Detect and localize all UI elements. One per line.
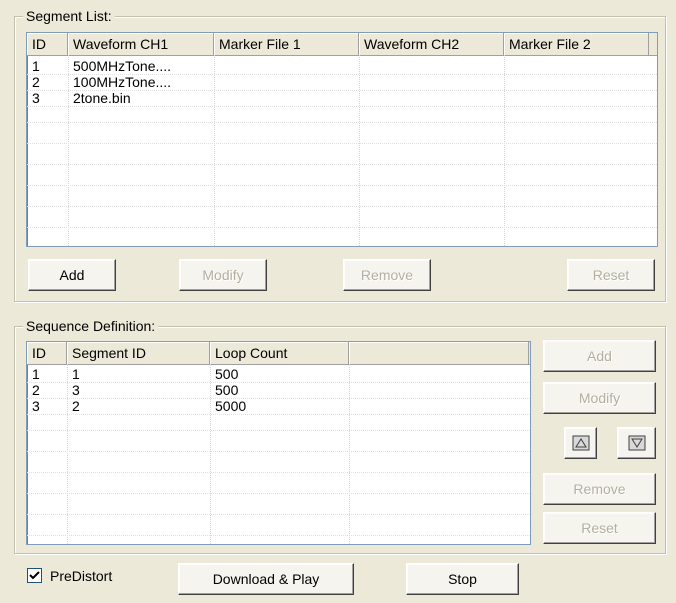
predistort-checkbox[interactable] — [27, 568, 42, 583]
cell-loop-count: 5000 — [215, 398, 247, 414]
column-header-marker-file-1[interactable]: Marker File 1 — [214, 33, 359, 55]
segment-remove-button[interactable]: Remove — [343, 259, 431, 291]
segment-add-button[interactable]: Add — [28, 259, 116, 291]
empty-row — [27, 456, 530, 473]
cell-waveform-ch1: 2tone.bin — [73, 90, 131, 106]
cell-id: 1 — [32, 366, 40, 382]
empty-row — [27, 169, 657, 186]
sequence-add-button[interactable]: Add — [543, 340, 656, 372]
segment-list-title: Segment List: — [23, 8, 115, 24]
column-header-loop-count[interactable]: Loop Count — [210, 342, 349, 364]
segment-modify-button[interactable]: Modify — [179, 259, 267, 291]
move-up-button[interactable] — [564, 427, 597, 459]
sequence-remove-button[interactable]: Remove — [543, 473, 656, 505]
cell-id: 3 — [32, 90, 40, 106]
table-row[interactable]: 1 500MHzTone.... — [27, 58, 657, 75]
empty-row — [27, 477, 530, 494]
predistort-checkbox-wrapper[interactable]: PreDistort — [27, 567, 147, 585]
segment-list-header: ID Waveform CH1 Marker File 1 Waveform C… — [27, 33, 657, 56]
sequence-modify-button[interactable]: Modify — [543, 382, 656, 414]
segment-list-group: Segment List: ID Waveform CH1 Marker Fil… — [14, 8, 666, 302]
empty-row — [27, 435, 530, 452]
empty-row — [27, 127, 657, 144]
cell-id: 2 — [32, 74, 40, 90]
empty-row — [27, 414, 530, 431]
column-header-id[interactable]: ID — [27, 33, 68, 55]
cell-id: 2 — [32, 382, 40, 398]
sequence-table[interactable]: ID Segment ID Loop Count 1 1 500 2 3 500… — [26, 341, 531, 545]
cell-segment-id: 3 — [72, 382, 80, 398]
cell-waveform-ch1: 100MHzTone.... — [73, 74, 172, 90]
move-up-icon — [572, 435, 589, 451]
download-play-button[interactable]: Download & Play — [178, 563, 354, 595]
segment-list-table[interactable]: ID Waveform CH1 Marker File 1 Waveform C… — [26, 32, 658, 247]
table-row[interactable]: 3 2tone.bin — [27, 90, 657, 107]
empty-row — [27, 211, 657, 228]
empty-row — [27, 519, 530, 536]
column-header-waveform-ch2[interactable]: Waveform CH2 — [359, 33, 504, 55]
move-down-icon — [628, 435, 645, 451]
sequence-definition-title: Sequence Definition: — [23, 318, 159, 334]
column-header-blank[interactable] — [349, 342, 529, 364]
cell-waveform-ch1: 500MHzTone.... — [73, 58, 172, 74]
table-row[interactable]: 3 2 5000 — [27, 398, 530, 415]
column-header-segment-id[interactable]: Segment ID — [67, 342, 210, 364]
stop-button[interactable]: Stop — [406, 563, 519, 595]
cell-id: 3 — [32, 398, 40, 414]
empty-row — [27, 190, 657, 207]
cell-loop-count: 500 — [215, 366, 239, 382]
column-header-waveform-ch1[interactable]: Waveform CH1 — [68, 33, 214, 55]
table-row[interactable]: 1 1 500 — [27, 366, 530, 383]
cell-id: 1 — [32, 58, 40, 74]
move-down-button[interactable] — [617, 427, 656, 459]
checkmark-icon — [29, 571, 40, 580]
column-header-id[interactable]: ID — [27, 342, 67, 364]
sequence-table-header: ID Segment ID Loop Count — [27, 342, 530, 365]
cell-segment-id: 2 — [72, 398, 80, 414]
cell-segment-id: 1 — [72, 366, 80, 382]
segment-reset-button[interactable]: Reset — [567, 259, 655, 291]
predistort-label: PreDistort — [50, 568, 113, 584]
empty-row — [27, 148, 657, 165]
empty-row — [27, 106, 657, 123]
sequence-reset-button[interactable]: Reset — [543, 512, 656, 544]
table-row[interactable]: 2 100MHzTone.... — [27, 74, 657, 91]
sequence-definition-group: Sequence Definition: ID Segment ID Loop … — [14, 318, 666, 554]
cell-loop-count: 500 — [215, 382, 239, 398]
table-row[interactable]: 2 3 500 — [27, 382, 530, 399]
empty-row — [27, 498, 530, 515]
column-header-marker-file-2[interactable]: Marker File 2 — [504, 33, 649, 55]
